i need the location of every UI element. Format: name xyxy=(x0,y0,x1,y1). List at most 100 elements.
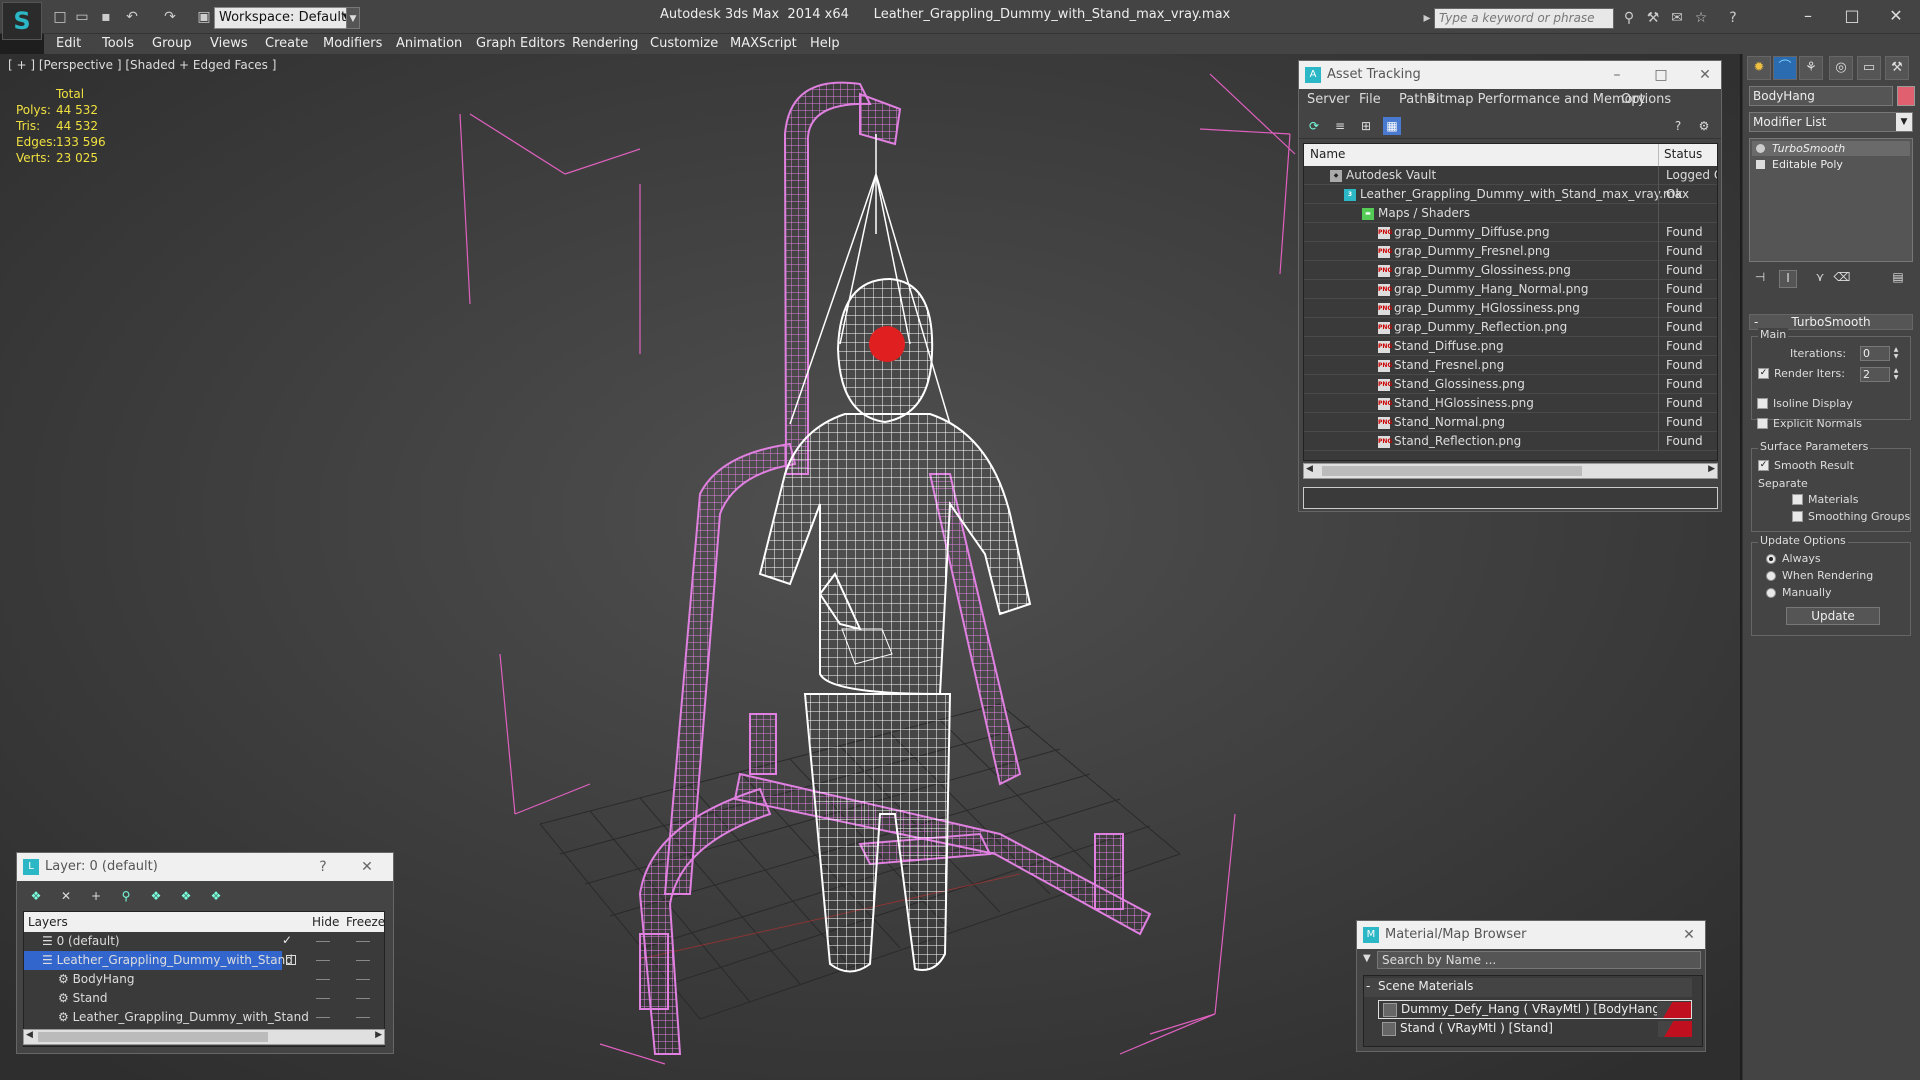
manually-radio[interactable] xyxy=(1766,588,1776,598)
project-folder-icon[interactable]: ▣ xyxy=(194,7,214,27)
show-end-result-icon[interactable]: I xyxy=(1779,270,1797,288)
at-menu-server[interactable]: Server xyxy=(1307,92,1350,107)
maximize-icon[interactable]: □ xyxy=(1647,61,1675,89)
layer-row[interactable]: ⚙ BodyHang xyxy=(24,970,384,989)
horizontal-scrollbar[interactable]: ◀ ▶ xyxy=(1303,463,1718,479)
isoline-display-checkbox[interactable] xyxy=(1757,398,1768,409)
scrollbar-thumb[interactable] xyxy=(38,1032,268,1042)
object-name-field[interactable]: BodyHang xyxy=(1749,86,1893,106)
at-menu-bitmap-performance[interactable]: Bitmap Performance and Memory xyxy=(1427,92,1646,107)
maximize-icon[interactable]: □ xyxy=(1834,4,1870,28)
set-current-layer-box[interactable] xyxy=(286,955,296,965)
active-layer-check-icon[interactable]: ✓ xyxy=(282,933,292,947)
table-row[interactable]: PNG Stand_Reflection.png Found xyxy=(1304,432,1717,451)
table-row[interactable]: PNG grap_Dummy_Hang_Normal.png Found xyxy=(1304,280,1717,299)
create-layer-icon[interactable]: ❖ xyxy=(27,887,45,905)
open-file-icon[interactable]: ▭ xyxy=(72,7,92,27)
update-button[interactable]: Update xyxy=(1786,607,1880,625)
hierarchy-tab-icon[interactable]: ⚘ xyxy=(1799,56,1823,80)
spinner-arrows-icon[interactable]: ▲ ▼ xyxy=(1892,367,1900,382)
menu-help[interactable]: Help xyxy=(810,34,840,54)
menu-animation[interactable]: Animation xyxy=(396,34,462,54)
hide-toggle[interactable] xyxy=(316,941,330,942)
menu-rendering[interactable]: Rendering xyxy=(572,34,638,54)
make-unique-icon[interactable]: ⋎ xyxy=(1811,270,1829,288)
table-row[interactable]: PNG grap_Dummy_Diffuse.png Found xyxy=(1304,223,1717,242)
new-file-icon[interactable]: □ xyxy=(50,7,70,27)
col-hide-header[interactable]: Hide xyxy=(312,915,339,929)
app-logo-icon[interactable]: S xyxy=(2,2,42,40)
help-icon[interactable]: ? xyxy=(1669,117,1687,135)
table-row[interactable]: 3 Leather_Grappling_Dummy_with_Stand_max_… xyxy=(1304,185,1717,204)
hide-all-layers-icon[interactable]: ❖ xyxy=(177,887,195,905)
communication-icon[interactable]: ✉ xyxy=(1668,9,1686,27)
table-row[interactable]: ▬ Maps / Shaders xyxy=(1304,204,1717,223)
explicit-normals-checkbox[interactable] xyxy=(1757,418,1768,429)
layer-row[interactable]: ⚙ Stand xyxy=(24,989,384,1008)
expand-plus-icon[interactable] xyxy=(1756,160,1765,169)
menu-graph-editors[interactable]: Graph Editors xyxy=(476,34,565,54)
asset-tracking-titlebar[interactable]: A Asset Tracking – □ ✕ xyxy=(1299,61,1721,89)
modify-tab-icon[interactable]: ⌒ xyxy=(1773,56,1797,80)
list-view-icon[interactable]: ≡ xyxy=(1331,117,1349,135)
always-radio[interactable] xyxy=(1766,554,1776,564)
menu-views[interactable]: Views xyxy=(210,34,248,54)
col-layers-header[interactable]: Layers xyxy=(28,915,68,929)
undo-icon[interactable]: ↶ xyxy=(122,7,142,27)
create-tab-icon[interactable]: ✹ xyxy=(1747,56,1771,80)
table-row[interactable]: PNG grap_Dummy_Reflection.png Found xyxy=(1304,318,1717,337)
browser-options-icon[interactable]: ▼ xyxy=(1363,953,1371,964)
help-icon[interactable]: ? xyxy=(309,853,337,881)
delete-layer-icon[interactable]: ✕ xyxy=(57,887,75,905)
horizontal-scrollbar[interactable]: ◀ ▶ xyxy=(23,1029,385,1045)
smoothing-groups-checkbox[interactable] xyxy=(1792,511,1803,522)
minimize-icon[interactable]: – xyxy=(1790,4,1826,28)
save-file-icon[interactable]: ▪ xyxy=(96,7,116,27)
freeze-toggle[interactable] xyxy=(356,960,370,961)
layer-row-selected[interactable]: ☰ Leather_Grappling_Dummy_with_Stand xyxy=(24,951,293,970)
layer-row[interactable]: ☰ 0 (default) ✓ xyxy=(24,932,384,951)
highlight-layer-icon[interactable]: ❖ xyxy=(147,887,165,905)
utilities-tab-icon[interactable]: ⚒ xyxy=(1885,56,1909,80)
smooth-result-checkbox[interactable]: ✓ xyxy=(1758,460,1769,471)
help-icon[interactable]: ? xyxy=(1724,9,1742,27)
pin-stack-icon[interactable]: ⊣ xyxy=(1751,270,1769,288)
layer-row[interactable]: ⚙ Leather_Grappling_Dummy_with_Stand xyxy=(24,1008,384,1027)
table-row[interactable]: PNG Stand_HGlossiness.png Found xyxy=(1304,394,1717,413)
material-item[interactable]: Dummy_Defy_Hang ( VRayMtl ) [BodyHang] xyxy=(1378,1000,1692,1019)
select-in-layer-icon[interactable]: ⚲ xyxy=(117,887,135,905)
table-row[interactable]: PNG Stand_Glossiness.png Found xyxy=(1304,375,1717,394)
freeze-toggle[interactable] xyxy=(356,1017,370,1018)
asset-path-field[interactable] xyxy=(1303,487,1718,509)
col-status-header[interactable]: Status xyxy=(1664,147,1702,161)
modifier-list-dropdown[interactable]: Modifier List ▼ xyxy=(1749,112,1913,132)
viewport-label[interactable]: [ + ] [Perspective ] [Shaded + Edged Fac… xyxy=(8,58,276,72)
column-divider[interactable] xyxy=(1658,144,1659,166)
spinner-arrows-icon[interactable]: ▲ ▼ xyxy=(1892,346,1900,361)
table-row[interactable]: PNG Stand_Normal.png Found xyxy=(1304,413,1717,432)
workspace-dropdown[interactable]: Workspace: Default▼ xyxy=(214,7,354,29)
configure-sets-icon[interactable]: ▤ xyxy=(1889,270,1907,288)
hide-toggle[interactable] xyxy=(316,979,330,980)
freeze-toggle[interactable] xyxy=(356,979,370,980)
close-icon[interactable]: ✕ xyxy=(1691,61,1719,89)
when-rendering-radio[interactable] xyxy=(1766,571,1776,581)
menu-modifiers[interactable]: Modifiers xyxy=(323,34,382,54)
stack-item-editable-poly[interactable]: Editable Poly xyxy=(1752,157,1910,172)
add-to-layer-icon[interactable]: + xyxy=(87,887,105,905)
light-bulb-icon[interactable] xyxy=(1756,144,1765,153)
table-row[interactable]: PNG grap_Dummy_Glossiness.png Found xyxy=(1304,261,1717,280)
table-row[interactable]: PNG grap_Dummy_HGlossiness.png Found xyxy=(1304,299,1717,318)
workspace-expand-icon[interactable]: ▼ xyxy=(346,7,360,29)
menu-group[interactable]: Group xyxy=(152,34,192,54)
search-input[interactable]: Type a keyword or phrase xyxy=(1434,8,1614,29)
scroll-left-icon[interactable]: ◀ xyxy=(26,1030,33,1040)
object-color-swatch[interactable] xyxy=(1897,86,1915,106)
material-search-input[interactable]: Search by Name ... xyxy=(1377,951,1701,969)
freeze-toggle[interactable] xyxy=(356,998,370,999)
hide-toggle[interactable] xyxy=(316,1017,330,1018)
remove-modifier-icon[interactable]: ⌫ xyxy=(1833,270,1851,288)
hide-toggle[interactable] xyxy=(316,998,330,999)
render-iters-spinner[interactable]: 2 xyxy=(1860,367,1890,382)
motion-tab-icon[interactable]: ◎ xyxy=(1829,56,1853,80)
